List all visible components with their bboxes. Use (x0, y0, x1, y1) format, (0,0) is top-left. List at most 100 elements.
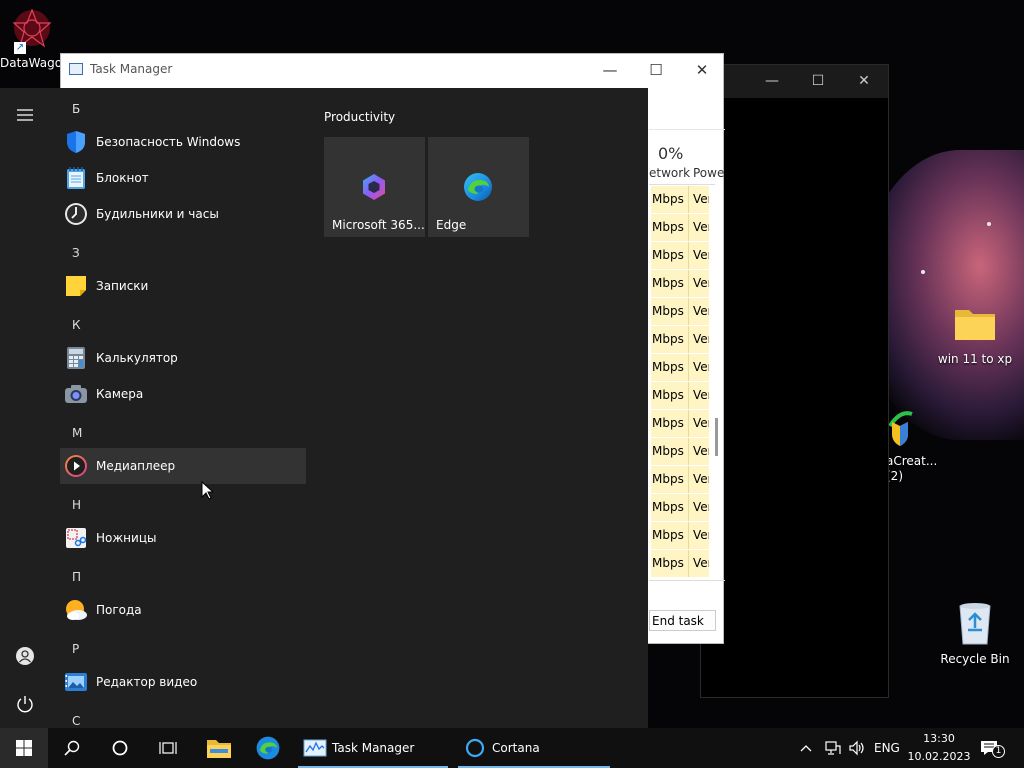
power-cell: Ver (688, 269, 709, 297)
letter-header[interactable]: С (72, 714, 80, 728)
table-row[interactable]: MbpsVer (651, 549, 709, 577)
app-item-camera[interactable]: Камера (60, 376, 306, 412)
app-item-windows-security[interactable]: Безопасность Windows (60, 124, 306, 160)
power-cell: Ver (688, 325, 709, 353)
maximize-icon[interactable]: ☐ (795, 65, 841, 97)
table-row[interactable]: MbpsVer (651, 241, 709, 269)
wallpaper-dot (921, 270, 925, 274)
weather-icon (64, 598, 88, 622)
close-icon[interactable]: ✕ (841, 65, 887, 97)
close-icon[interactable]: ✕ (679, 54, 725, 86)
table-row[interactable]: MbpsVer (651, 493, 709, 521)
minimize-icon[interactable]: — (587, 54, 633, 86)
task-manager-titlebar[interactable]: Task Manager — ☐ ✕ (61, 54, 723, 84)
table-row[interactable]: MbpsVer (651, 409, 709, 437)
desktop-icon-recycle-bin[interactable]: Recycle Bin (934, 600, 1016, 666)
task-view-button[interactable] (146, 728, 190, 768)
cortana-circle-button[interactable] (98, 728, 142, 768)
table-row[interactable]: MbpsVer (651, 381, 709, 409)
tile-microsoft-365[interactable]: Microsoft 365... (324, 137, 425, 237)
table-row[interactable]: MbpsVer (651, 465, 709, 493)
taskbar-clock[interactable]: 13:30 10.02.2023 (905, 728, 973, 768)
network-cell: Mbps (651, 185, 688, 213)
letter-header[interactable]: М (72, 426, 82, 440)
app-label: Камера (96, 387, 144, 401)
app-item-media-player[interactable]: Медиаплеер (60, 448, 306, 484)
table-row[interactable]: MbpsVer (651, 325, 709, 353)
network-cell: Mbps (651, 465, 688, 493)
camera-icon (64, 382, 88, 406)
desktop-icon-datawagon[interactable]: DataWagon (0, 6, 70, 70)
background-window[interactable]: — ☐ ✕ (700, 64, 889, 698)
tile-edge[interactable]: Edge (428, 137, 529, 237)
file-explorer-button[interactable] (196, 728, 242, 768)
table-row[interactable]: MbpsVer (651, 297, 709, 325)
edge-taskbar-button[interactable] (246, 728, 290, 768)
table-row[interactable]: MbpsVer (651, 437, 709, 465)
background-window-titlebar[interactable]: — ☐ ✕ (701, 65, 888, 98)
app-label: Безопасность Windows (96, 135, 241, 149)
column-header-power[interactable]: Powe (693, 166, 724, 180)
network-cell: Mbps (651, 521, 688, 549)
app-item-alarms-clock[interactable]: Будильники и часы (60, 196, 306, 232)
desktop-icon-acreat[interactable]: aCreat... (2) (886, 408, 946, 484)
show-hidden-icons-button[interactable] (800, 728, 818, 768)
video-editor-icon (64, 670, 88, 694)
input-language-indicator[interactable]: ENG (874, 728, 900, 768)
power-cell: Ver (688, 381, 709, 409)
microsoft-365-icon (363, 174, 385, 200)
app-item-video-editor[interactable]: Редактор видео (60, 664, 306, 700)
cortana-icon (465, 738, 485, 758)
user-account-icon[interactable] (0, 636, 50, 676)
start-button[interactable] (0, 728, 48, 768)
letter-header[interactable]: Б (72, 102, 80, 116)
app-item-notepad[interactable]: Блокнот (60, 160, 306, 196)
volume-icon (849, 740, 864, 756)
minimize-icon[interactable]: — (749, 65, 795, 97)
scrollbar-thumb[interactable] (715, 418, 718, 456)
network-percent: 0% (658, 144, 684, 163)
action-center-button[interactable]: 1 (980, 728, 1010, 768)
shield-icon (64, 130, 88, 154)
desktop-icon-win11-folder[interactable]: win 11 to xp (934, 304, 1016, 366)
hamburger-menu-icon[interactable] (0, 95, 50, 135)
volume-tray-button[interactable] (848, 728, 868, 768)
desktop-icon-label: win 11 to xp (937, 352, 1013, 366)
letter-header[interactable]: П (72, 570, 81, 584)
tile-group-header[interactable]: Productivity (324, 110, 395, 124)
folder-icon (955, 310, 995, 340)
table-row[interactable]: MbpsVer (651, 353, 709, 381)
app-item-sticky-notes[interactable]: Записки (60, 268, 306, 304)
installer-shield-icon (888, 411, 913, 446)
letter-header[interactable]: Н (72, 498, 81, 512)
table-row[interactable]: MbpsVer (651, 521, 709, 549)
app-item-calculator[interactable]: Калькулятор (60, 340, 306, 376)
app-item-weather[interactable]: Погода (60, 592, 306, 628)
table-row[interactable]: MbpsVer (651, 213, 709, 241)
power-icon[interactable] (0, 684, 50, 724)
letter-header[interactable]: Р (72, 642, 79, 656)
end-task-button[interactable]: End task (649, 610, 716, 631)
power-cell: Ver (688, 521, 709, 549)
power-cell: Ver (688, 549, 709, 577)
network-cell: Mbps (651, 353, 688, 381)
app-label: Записки (96, 279, 149, 293)
search-button[interactable] (50, 728, 94, 768)
table-row[interactable]: MbpsVer (651, 185, 709, 213)
tile-label: Microsoft 365... (332, 218, 425, 232)
table-row[interactable]: MbpsVer (651, 269, 709, 297)
letter-header[interactable]: К (72, 318, 81, 332)
network-cell: Mbps (651, 493, 688, 521)
taskbar-app-cortana[interactable]: Cortana (458, 728, 610, 768)
network-cell: Mbps (651, 381, 688, 409)
start-rail (0, 88, 50, 728)
letter-header[interactable]: З (72, 246, 80, 260)
maximize-icon[interactable]: ☐ (633, 54, 679, 86)
network-cell: Mbps (651, 437, 688, 465)
network-cell: Mbps (651, 269, 688, 297)
app-item-snipping-tool[interactable]: Ножницы (60, 520, 306, 556)
network-tray-button[interactable] (824, 728, 844, 768)
taskbar-app-task-manager[interactable]: Task Manager (298, 728, 448, 768)
start-menu[interactable]: Б Безопасность Windows Блокнот Будильник… (0, 88, 648, 728)
column-header-network[interactable]: etwork (649, 166, 690, 180)
